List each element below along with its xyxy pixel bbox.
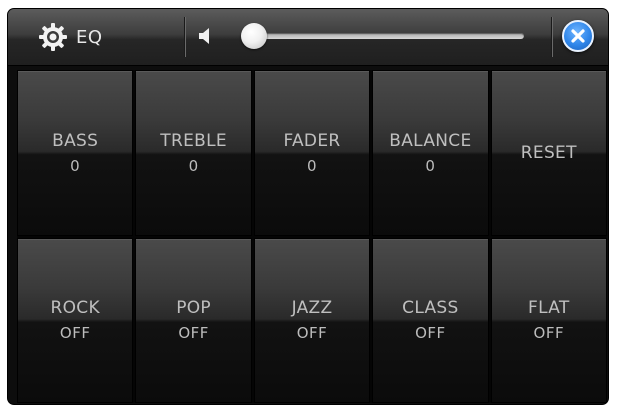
speaker-icon[interactable] [198,27,214,45]
preset-label: POP [176,298,211,319]
preset-state: OFF [415,324,446,343]
eq-window: EQ BASS 0 TREBLE 0 FADER 0 BALANCE 0 RES… [8,9,608,404]
preset-state: OFF [178,324,209,343]
preset-state: OFF [296,324,328,343]
eq-title: EQ [76,26,103,48]
close-button[interactable] [562,20,594,52]
preset-flat-button[interactable]: FLAT OFF [490,237,607,403]
reset-button[interactable]: RESET [490,70,607,236]
control-label: TREBLE [160,130,227,151]
preset-jazz-button[interactable]: JAZZ OFF [253,237,371,403]
preset-class-button[interactable]: CLASS OFF [372,237,489,403]
volume-slider-track[interactable] [248,33,524,39]
control-label: BALANCE [389,130,472,151]
header-divider [184,17,186,57]
preset-label: ROCK [50,298,100,319]
preset-label: FLAT [528,298,570,319]
preset-state: OFF [533,324,565,343]
control-label: RESET [520,142,577,163]
header-divider [551,17,553,57]
control-value: 0 [70,156,81,175]
control-label: FADER [283,130,341,151]
volume-slider-thumb[interactable] [241,23,267,49]
preset-label: CLASS [402,298,459,319]
eq-grid: BASS 0 TREBLE 0 FADER 0 BALANCE 0 RESET … [17,70,607,403]
header-bar: EQ [8,9,608,66]
treble-button[interactable]: TREBLE 0 [135,70,252,236]
eq-menu-button[interactable]: EQ [12,13,180,61]
preset-pop-button[interactable]: POP OFF [135,237,252,403]
preset-label: JAZZ [291,298,333,319]
control-value: 0 [306,156,318,175]
bass-button[interactable]: BASS 0 [17,70,134,236]
control-value: 0 [188,156,199,175]
fader-button[interactable]: FADER 0 [253,70,371,236]
preset-rock-button[interactable]: ROCK OFF [17,237,134,403]
gear-icon [39,23,67,51]
preset-state: OFF [59,324,91,343]
close-icon [571,29,585,43]
control-value: 0 [425,156,436,175]
control-label: BASS [52,130,99,151]
balance-button[interactable]: BALANCE 0 [372,70,489,236]
